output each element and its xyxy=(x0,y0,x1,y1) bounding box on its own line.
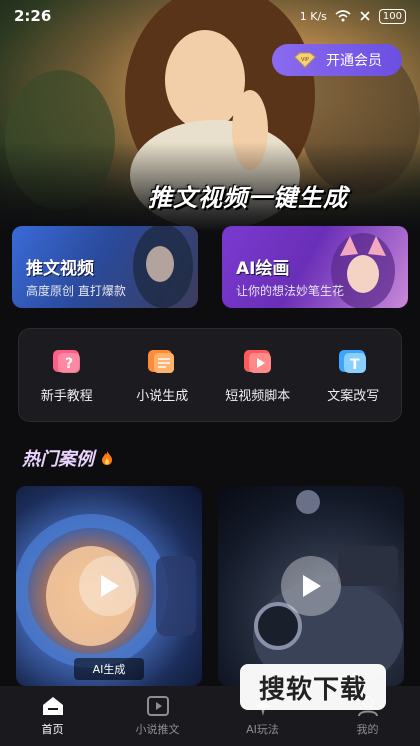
tools-panel: ? 新手教程 小说生成 短视频脚本 T 文案改写 xyxy=(18,328,402,422)
hero-title: 推文视频一键生成 xyxy=(148,184,348,212)
tool-novel-generate[interactable]: 小说生成 xyxy=(117,347,207,404)
svg-text:VIP: VIP xyxy=(301,57,309,63)
play-icon xyxy=(303,575,321,597)
text-t-icon: T xyxy=(339,349,367,373)
card-title: 推文视频 xyxy=(26,259,94,279)
vip-button[interactable]: VIP 开通会员 xyxy=(272,44,402,76)
tool-tutorial[interactable]: ? 新手教程 xyxy=(22,347,112,404)
question-book-icon: ? xyxy=(52,349,80,373)
tool-label: 小说生成 xyxy=(136,388,189,404)
case-tag: AI生成 xyxy=(74,658,144,680)
nav-item-novel[interactable]: 小说推文 xyxy=(118,695,198,737)
nav-label: 我的 xyxy=(356,723,379,736)
tool-label: 文案改写 xyxy=(327,388,380,404)
feature-card-ai-drawing[interactable]: AI绘画 让你的想法妙笔生花 xyxy=(222,226,408,308)
hero-banner: 2:26 1 K/s 100 VIP 开通会员 推文视频一键生成 xyxy=(0,0,420,232)
feature-card-tuiwen-video[interactable]: 推文视频 高度原创 直打爆款 xyxy=(12,226,198,308)
signal-x-icon xyxy=(360,11,370,21)
svg-text:?: ? xyxy=(65,356,73,372)
battery-level: 100 xyxy=(378,8,406,24)
status-time: 2:26 xyxy=(14,7,52,25)
status-icons: 1 K/s 100 xyxy=(299,8,406,24)
tool-video-script[interactable]: 短视频脚本 xyxy=(213,347,303,404)
case-card[interactable]: AI生成 xyxy=(16,486,202,686)
video-icon xyxy=(146,696,169,716)
tool-label: 短视频脚本 xyxy=(225,388,291,404)
status-bar: 2:26 1 K/s 100 xyxy=(0,0,420,32)
fire-icon xyxy=(102,451,112,465)
tool-label: 新手教程 xyxy=(40,388,93,404)
play-icon xyxy=(101,575,119,597)
section-title-text: 热门案例 xyxy=(22,449,94,470)
card-subtitle: 高度原创 直打爆款 xyxy=(26,284,126,298)
tool-copy-rewrite[interactable]: T 文案改写 xyxy=(308,347,398,404)
nav-label: 小说推文 xyxy=(135,723,180,736)
nav-label: 首页 xyxy=(41,723,64,736)
network-speed: 1 K/s xyxy=(299,9,327,23)
card-title: AI绘画 xyxy=(236,259,290,279)
nav-label: AI玩法 xyxy=(246,723,279,736)
wifi-icon xyxy=(335,10,351,22)
vip-label: 开通会员 xyxy=(326,53,382,69)
nav-item-home[interactable]: 首页 xyxy=(13,695,93,737)
card-subtitle: 让你的想法妙笔生花 xyxy=(236,284,345,298)
play-button[interactable] xyxy=(79,556,139,616)
section-hot-cases-title: 热门案例 xyxy=(22,445,114,471)
play-button[interactable] xyxy=(281,556,341,616)
svg-text:T: T xyxy=(350,357,360,373)
home-icon xyxy=(42,697,63,715)
watermark-badge: 搜软下载 xyxy=(240,664,386,710)
case-card[interactable] xyxy=(218,486,404,686)
document-icon xyxy=(148,349,175,373)
video-play-icon xyxy=(243,349,271,373)
diamond-icon: VIP xyxy=(294,52,316,68)
